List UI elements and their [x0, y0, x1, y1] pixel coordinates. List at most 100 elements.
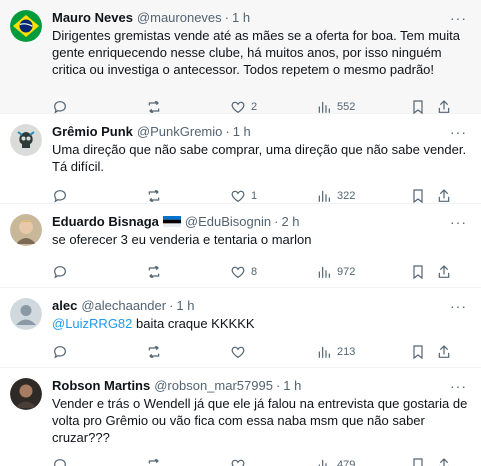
bookmark-button[interactable]: [410, 344, 436, 360]
tweet-text: Vender e trás o Wendell já que ele já fa…: [52, 396, 468, 445]
bookmark-icon: [413, 265, 423, 280]
share-icon: [438, 458, 450, 466]
views-chart-icon: [318, 101, 330, 113]
tweet-actions: 213: [52, 337, 469, 367]
more-options-icon[interactable]: ···: [450, 124, 467, 140]
timestamp[interactable]: 1 h: [176, 298, 194, 313]
view-count: 972: [337, 266, 356, 278]
photo-avatar-icon: [10, 378, 42, 410]
bookmark-button[interactable]: [410, 264, 436, 280]
tweet[interactable]: Grêmio Punk @PunkGremio · 1 h ··· Uma di…: [0, 114, 481, 204]
author-name[interactable]: Grêmio Punk: [52, 124, 133, 139]
bookmark-button[interactable]: [410, 457, 436, 466]
avatar[interactable]: [10, 10, 42, 42]
timestamp[interactable]: 1 h: [283, 378, 301, 393]
estonia-flag-icon: [162, 215, 181, 227]
views-button[interactable]: 322: [316, 188, 410, 204]
reply-icon: [54, 190, 66, 203]
timestamp[interactable]: 1 h: [232, 10, 250, 25]
default-avatar-icon: [10, 298, 42, 330]
bookmark-button[interactable]: [410, 188, 436, 204]
like-count: 8: [251, 266, 258, 278]
author-handle[interactable]: @alechaander: [81, 298, 166, 313]
author-handle[interactable]: @mauroneves: [137, 10, 222, 25]
heart-icon: [231, 101, 245, 114]
view-count: 479: [337, 459, 356, 466]
bookmark-icon: [413, 100, 423, 115]
retweet-button[interactable]: [146, 188, 230, 204]
share-button[interactable]: [436, 264, 452, 280]
share-button[interactable]: [436, 457, 452, 466]
view-count: 322: [337, 190, 356, 202]
mention-link[interactable]: @LuizRRG82: [52, 316, 132, 331]
bookmark-button[interactable]: [410, 99, 436, 115]
like-button[interactable]: [230, 344, 316, 360]
author-name[interactable]: Robson Martins: [52, 378, 150, 393]
like-count: 2: [251, 101, 258, 113]
reply-button[interactable]: [52, 344, 146, 360]
like-button[interactable]: 2: [230, 99, 316, 115]
reply-icon: [54, 101, 66, 114]
share-button[interactable]: [436, 99, 452, 115]
separator-dot: ·: [224, 9, 230, 25]
tweet[interactable]: Eduardo Bisnaga @EduBisognin · 2 h ··· s…: [0, 204, 481, 288]
more-options-icon[interactable]: ···: [450, 214, 467, 230]
share-button[interactable]: [436, 188, 452, 204]
author-handle[interactable]: @robson_mar57995: [154, 378, 273, 393]
timestamp[interactable]: 1 h: [233, 124, 251, 139]
retweet-button[interactable]: [146, 344, 230, 360]
separator-dot: ·: [225, 123, 230, 139]
reply-button[interactable]: [52, 457, 146, 466]
views-button[interactable]: 972: [316, 264, 410, 280]
bookmark-icon: [413, 458, 423, 466]
author-handle[interactable]: @EduBisognin: [185, 214, 271, 229]
share-icon: [438, 345, 450, 358]
separator-dot: ·: [274, 213, 279, 229]
share-button[interactable]: [436, 344, 452, 360]
bookmark-icon: [413, 345, 423, 360]
bookmark-icon: [413, 189, 423, 204]
like-button[interactable]: [230, 457, 316, 466]
retweet-button[interactable]: [146, 457, 230, 466]
reply-button[interactable]: [52, 99, 146, 115]
heart-icon: [231, 266, 245, 279]
reply-button[interactable]: [52, 264, 146, 280]
views-button[interactable]: 479: [316, 457, 410, 466]
more-options-icon[interactable]: ···: [450, 10, 467, 26]
like-count: 1: [251, 190, 258, 202]
share-icon: [438, 100, 450, 113]
retweet-button[interactable]: [146, 264, 230, 280]
reply-icon: [54, 266, 66, 279]
author-name[interactable]: Eduardo Bisnaga: [52, 214, 159, 229]
avatar[interactable]: [10, 298, 42, 330]
more-options-icon[interactable]: ···: [450, 378, 467, 394]
tweet[interactable]: Mauro Neves @mauroneves · 1 h ··· Dirige…: [0, 0, 481, 115]
heart-icon: [231, 190, 245, 203]
views-button[interactable]: 552: [316, 99, 410, 115]
avatar[interactable]: [10, 378, 42, 410]
author-name[interactable]: alec: [52, 298, 77, 313]
share-icon: [438, 189, 450, 202]
tweet-text-body: baita craque KKKKK: [132, 316, 255, 331]
tweet-text: Dirigentes gremistas vende até as mães s…: [52, 28, 461, 77]
avatar[interactable]: [10, 214, 42, 246]
more-options-icon[interactable]: ···: [450, 298, 467, 314]
tweet-actions: 479: [52, 450, 469, 466]
tweet-feed: Mauro Neves @mauroneves · 1 h ··· Dirige…: [0, 0, 481, 466]
reply-button[interactable]: [52, 188, 146, 204]
avatar[interactable]: [10, 124, 42, 156]
heart-icon: [231, 459, 245, 466]
author-handle[interactable]: @PunkGremio: [137, 124, 222, 139]
timestamp[interactable]: 2 h: [281, 214, 299, 229]
tweet[interactable]: Robson Martins @robson_mar57995 · 1 h ··…: [0, 368, 481, 466]
author-name[interactable]: Mauro Neves: [52, 10, 133, 25]
retweet-icon: [148, 190, 160, 202]
like-button[interactable]: 1: [230, 188, 316, 204]
views-button[interactable]: 213: [316, 344, 410, 360]
tweet[interactable]: alec @alechaander · 1 h ··· @LuizRRG82 b…: [0, 288, 481, 368]
views-chart-icon: [318, 459, 327, 466]
retweet-icon: [148, 101, 160, 113]
photo-avatar-icon: [10, 214, 42, 246]
like-button[interactable]: 8: [230, 264, 316, 280]
retweet-button[interactable]: [146, 99, 230, 115]
